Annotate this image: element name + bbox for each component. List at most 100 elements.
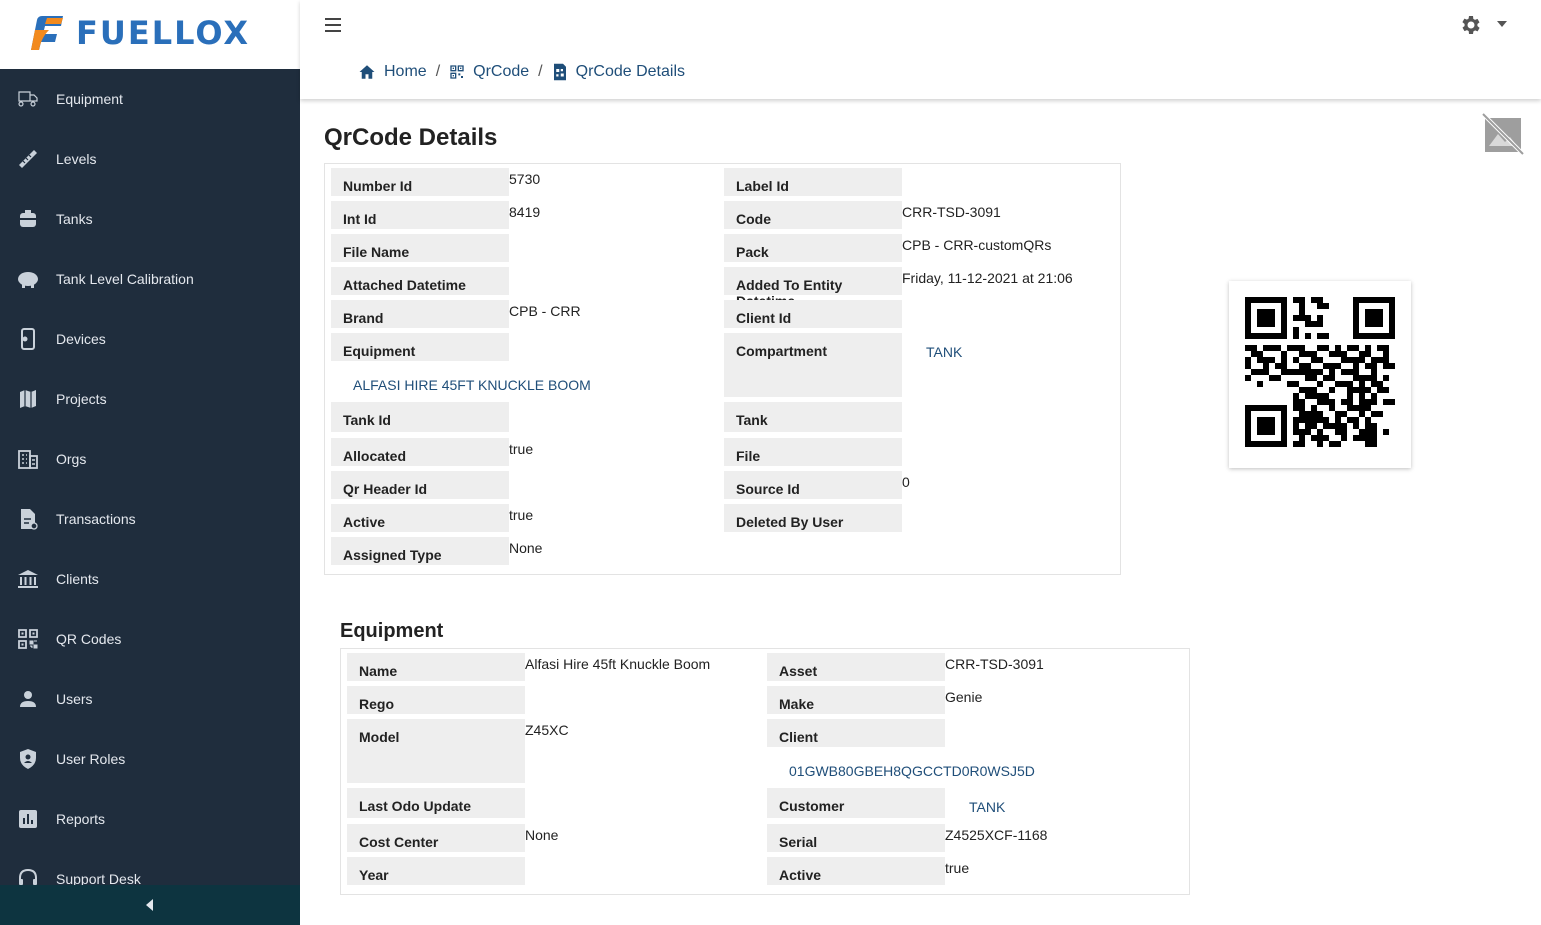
shield-icon bbox=[20, 749, 36, 769]
image-not-supported-icon bbox=[1481, 112, 1525, 156]
brand-name: FUELLOX bbox=[76, 14, 251, 52]
detail-label: Added To Entity Datetime bbox=[724, 267, 902, 309]
user-icon bbox=[20, 691, 36, 707]
sidebar-item-label: QR Codes bbox=[56, 631, 122, 647]
detail-label: Brand bbox=[331, 300, 509, 328]
detail-label: Assigned Type bbox=[331, 537, 509, 565]
hamburger-menu-icon[interactable] bbox=[322, 14, 344, 36]
equipment-label: Rego bbox=[347, 686, 525, 714]
client-link[interactable]: 01GWB80GBEH8QGCCTD0R0WSJ5D bbox=[789, 763, 1035, 779]
calibration-icon bbox=[18, 272, 38, 288]
detail-label: Compartment bbox=[724, 333, 902, 397]
equipment-value: CRR-TSD-3091 bbox=[945, 656, 1044, 672]
detail-value: CPB - CRR-customQRs bbox=[902, 237, 1052, 253]
top-bar: Home / QrCode / QrCode Details bbox=[300, 0, 1541, 99]
sidebar-item-qr-codes[interactable]: QR Codes bbox=[0, 609, 300, 669]
detail-label: Deleted By User bbox=[724, 504, 902, 532]
gear-icon[interactable] bbox=[1459, 13, 1483, 37]
equipment-value: Genie bbox=[945, 689, 983, 705]
customer-link[interactable]: TANK bbox=[969, 799, 1005, 815]
sidebar-item-label: Tanks bbox=[56, 211, 93, 227]
sidebar-item-label: Equipment bbox=[56, 91, 123, 107]
equipment-label: Customer bbox=[767, 788, 945, 818]
sidebar-item-devices[interactable]: Devices bbox=[0, 309, 300, 369]
collapse-sidebar-icon[interactable] bbox=[140, 895, 160, 915]
sidebar-item-label: Users bbox=[56, 691, 93, 707]
equipment-label: Cost Center bbox=[347, 824, 525, 852]
breadcrumb-qrcode-details[interactable]: QrCode Details bbox=[552, 63, 685, 81]
detail-value: 5730 bbox=[509, 171, 541, 187]
detail-label: Equipment bbox=[331, 333, 509, 361]
detail-label: Number Id bbox=[331, 168, 509, 196]
sidebar-item-projects[interactable]: Projects bbox=[0, 369, 300, 429]
sidebar-item-orgs[interactable]: Orgs bbox=[0, 429, 300, 489]
sidebar-item-label: Tank Level Calibration bbox=[56, 271, 194, 287]
detail-label: Source Id bbox=[724, 471, 902, 499]
sidebar-item-tank-level-calibration[interactable]: Tank Level Calibration bbox=[0, 249, 300, 309]
document-qr-icon bbox=[553, 63, 566, 81]
map-icon bbox=[20, 390, 36, 408]
receipt-icon bbox=[21, 509, 38, 530]
fuellox-logo-icon bbox=[31, 16, 63, 50]
breadcrumb-label: QrCode Details bbox=[575, 63, 685, 80]
detail-label: Tank bbox=[724, 402, 902, 432]
detail-label: Tank Id bbox=[331, 402, 509, 432]
qr-code-image bbox=[1245, 297, 1395, 447]
sidebar-item-user-roles[interactable]: User Roles bbox=[0, 729, 300, 789]
detail-value: 8419 bbox=[509, 204, 541, 220]
detail-label: Client Id bbox=[724, 300, 902, 328]
sidebar-item-equipment[interactable]: Equipment bbox=[0, 69, 300, 129]
equipment-label: Model bbox=[347, 719, 525, 783]
detail-label: Active bbox=[331, 504, 509, 532]
breadcrumb-label: Home bbox=[384, 63, 427, 80]
equipment-value: Alfasi Hire 45ft Knuckle Boom bbox=[525, 656, 711, 672]
equipment-link[interactable]: ALFASI HIRE 45FT KNUCKLE BOOM bbox=[353, 377, 591, 393]
page-title: QrCode Details bbox=[324, 124, 498, 151]
detail-value: CPB - CRR bbox=[509, 303, 581, 319]
device-icon bbox=[21, 328, 35, 350]
detail-label: Allocated bbox=[331, 438, 509, 466]
sidebar-item-label: Orgs bbox=[56, 451, 87, 467]
detail-value: 0 bbox=[902, 474, 910, 490]
equipment-label: Year bbox=[347, 857, 525, 885]
chevron-down-icon[interactable] bbox=[1496, 20, 1508, 28]
sidebar-item-tanks[interactable]: Tanks bbox=[0, 189, 300, 249]
qr-icon bbox=[18, 629, 38, 649]
sidebar-item-label: Clients bbox=[56, 571, 99, 587]
sidebar-item-label: Devices bbox=[56, 331, 106, 347]
equipment-value: Z45XC bbox=[525, 722, 569, 738]
detail-label: File bbox=[724, 438, 902, 466]
equipment-label: Active bbox=[767, 857, 945, 885]
sidebar-item-transactions[interactable]: Transactions bbox=[0, 489, 300, 549]
detail-value: Friday, 11-12-2021 at 21:06 bbox=[902, 270, 1073, 286]
breadcrumb: Home / QrCode / QrCode Details bbox=[358, 63, 685, 81]
bank-icon bbox=[18, 570, 38, 588]
detail-label: File Name bbox=[331, 234, 509, 262]
equipment-label: Asset bbox=[767, 653, 945, 681]
sidebar-item-reports[interactable]: Reports bbox=[0, 789, 300, 849]
qr-icon bbox=[450, 65, 464, 79]
detail-label: Int Id bbox=[331, 201, 509, 229]
sidebar-item-clients[interactable]: Clients bbox=[0, 549, 300, 609]
detail-label: Pack bbox=[724, 234, 902, 262]
detail-value: CRR-TSD-3091 bbox=[902, 204, 1001, 220]
equipment-value: None bbox=[525, 827, 559, 843]
breadcrumb-qrcode[interactable]: QrCode bbox=[449, 63, 529, 81]
equipment-section-title: Equipment bbox=[340, 620, 444, 642]
detail-label: Code bbox=[724, 201, 902, 229]
brand-logo[interactable]: FUELLOX bbox=[0, 0, 300, 69]
sidebar-item-users[interactable]: Users bbox=[0, 669, 300, 729]
sidebar-item-label: Levels bbox=[56, 151, 97, 167]
compartment-link[interactable]: TANK bbox=[926, 344, 962, 360]
sidebar-item-levels[interactable]: Levels bbox=[0, 129, 300, 189]
sidebar: Equipment Levels Tanks Tank Level Calibr… bbox=[0, 69, 300, 925]
ruler-icon bbox=[19, 150, 37, 168]
breadcrumb-home[interactable]: Home bbox=[358, 63, 427, 81]
detail-value: true bbox=[509, 507, 534, 523]
detail-value: true bbox=[509, 441, 534, 457]
detail-value: None bbox=[509, 540, 543, 556]
sidebar-item-label: Transactions bbox=[56, 511, 136, 527]
sidebar-footer bbox=[0, 885, 300, 925]
qr-code-image-card bbox=[1229, 281, 1411, 468]
breadcrumb-label: QrCode bbox=[473, 63, 530, 80]
